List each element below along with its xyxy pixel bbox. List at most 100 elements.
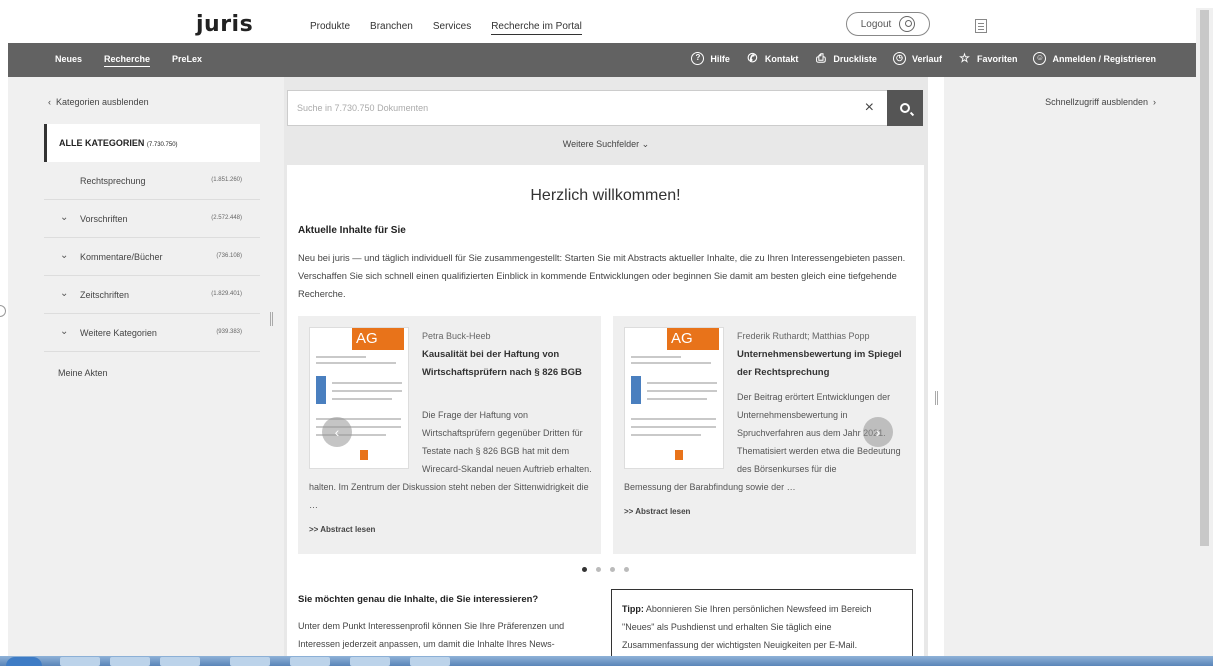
search-button[interactable] xyxy=(887,90,923,126)
category-label: Vorschriften xyxy=(80,214,128,224)
nav-neues[interactable]: Neues xyxy=(55,54,82,67)
nav-prelex[interactable]: PreLex xyxy=(172,54,202,67)
category-count: (939.383) xyxy=(216,329,242,335)
vertical-scrollbar[interactable] xyxy=(1196,8,1213,656)
top-header: juris Produkte Branchen Services Recherc… xyxy=(0,0,1213,43)
nav-kontakt-label: Kontakt xyxy=(764,53,799,64)
carousel-prev-button[interactable]: ‹ xyxy=(322,417,352,447)
taskbar-app[interactable] xyxy=(60,657,100,666)
card-text-continued: Bemessung der Barabfindung sowie der … xyxy=(624,482,796,492)
hide-categories-link[interactable]: ‹ Kategorien ausblenden xyxy=(48,97,149,107)
category-rechtsprechung[interactable]: Rechtsprechung (1.851.260) xyxy=(44,162,260,200)
star-icon: ☆ xyxy=(959,51,970,65)
nav-anmelden[interactable]: ☺ Anmelden / Registrieren xyxy=(1033,52,1156,65)
top-nav-services[interactable]: Services xyxy=(433,21,471,35)
category-zeitschriften[interactable]: ⌄ Zeitschriften (1.829.401) xyxy=(44,276,260,314)
top-nav-recherche[interactable]: Recherche im Portal xyxy=(491,21,582,35)
help-icon: ? xyxy=(691,52,705,65)
category-all-count: (7.730.750) xyxy=(146,142,178,148)
carousel-dots xyxy=(287,567,924,572)
category-label: Kommentare/Bücher xyxy=(80,252,163,262)
chevron-down-icon: ⌄ xyxy=(60,212,69,223)
interests-text: Unter dem Punkt Interessenprofil können … xyxy=(298,621,565,649)
clear-icon[interactable]: × xyxy=(865,99,874,117)
category-all-label: ALLE KATEGORIEN xyxy=(59,138,145,148)
category-count: (2.572.448) xyxy=(211,215,242,221)
card-title[interactable]: Kausalität bei der Haftung von Wirtschaf… xyxy=(422,346,592,382)
nav-druckliste[interactable]: ⎙ Druckliste xyxy=(814,52,877,65)
read-abstract-link[interactable]: >> Abstract lesen xyxy=(309,525,375,534)
user-icon xyxy=(899,16,916,32)
taskbar-app[interactable] xyxy=(410,657,450,666)
nav-anmelden-label: Anmelden / Registrieren xyxy=(1052,53,1156,64)
journal-cover: AG xyxy=(624,327,724,469)
chevron-left-icon: ‹ xyxy=(334,424,340,440)
category-vorschriften[interactable]: ⌄ Vorschriften (2.572.448) xyxy=(44,200,260,238)
category-weitere[interactable]: ⌄ Weitere Kategorien (939.383) xyxy=(44,314,260,352)
scrollbar-thumb[interactable] xyxy=(1200,10,1209,546)
interests-heading: Sie möchten genau die Inhalte, die Sie i… xyxy=(298,594,539,605)
meine-akten-link[interactable]: Meine Akten xyxy=(58,368,108,378)
category-count: (736.108) xyxy=(216,253,242,259)
hide-quick-access-label: Schnellzugriff ausblenden xyxy=(1045,97,1148,107)
category-label: Weitere Kategorien xyxy=(80,328,157,338)
taskbar-app[interactable] xyxy=(110,657,150,666)
taskbar-app[interactable] xyxy=(290,657,330,666)
nav-hilfe[interactable]: ? Hilfe xyxy=(691,52,730,65)
left-resize-handle[interactable] xyxy=(270,312,273,326)
category-count: (1.851.260) xyxy=(211,177,242,183)
top-nav: Produkte Branchen Services Recherche im … xyxy=(310,21,582,35)
carousel-next-button[interactable]: › xyxy=(863,417,893,447)
category-count: (1.829.401) xyxy=(211,291,242,297)
taskbar-app[interactable] xyxy=(160,657,200,666)
search-input[interactable]: Suche in 7.730.750 Dokumenten xyxy=(297,103,428,113)
category-all[interactable]: ALLE KATEGORIEN (7.730.750) xyxy=(44,124,260,162)
journal-badge: AG xyxy=(352,328,404,350)
start-button[interactable] xyxy=(6,657,42,666)
chevron-down-icon: ⌄ xyxy=(60,288,69,299)
main-nav-bar: Neues Recherche PreLex ? Hilfe ✆ Kontakt ⎙… xyxy=(8,43,1196,77)
top-nav-branchen[interactable]: Branchen xyxy=(370,21,413,35)
carousel-dot[interactable] xyxy=(582,567,587,572)
card-author: Petra Buck-Heeb xyxy=(422,331,491,341)
printer-icon: ⎙ xyxy=(816,51,826,65)
welcome-title: Herzlich willkommen! xyxy=(530,187,681,204)
nav-verlauf[interactable]: ◷ Verlauf xyxy=(892,52,942,65)
document-icon[interactable] xyxy=(975,19,987,33)
card-title[interactable]: Unternehmensbewertung im Spiegel der Rec… xyxy=(737,346,907,382)
nav-hilfe-label: Hilfe xyxy=(710,53,730,64)
category-kommentare[interactable]: ⌄ Kommentare/Bücher (736.108) xyxy=(44,238,260,276)
top-nav-produkte[interactable]: Produkte xyxy=(310,21,350,35)
account-icon: ☺ xyxy=(1033,52,1047,65)
hide-quick-access-link[interactable]: Schnellzugriff ausblenden › xyxy=(1045,97,1156,107)
history-icon: ◷ xyxy=(892,52,906,65)
nav-recherche[interactable]: Recherche xyxy=(104,54,151,67)
taskbar-app[interactable] xyxy=(350,657,390,666)
carousel-dot[interactable] xyxy=(624,567,629,572)
carousel-dot[interactable] xyxy=(596,567,601,572)
journal-badge: AG xyxy=(667,328,719,350)
logout-button[interactable]: Logout xyxy=(846,12,930,36)
taskbar-app[interactable] xyxy=(230,657,270,666)
nav-favoriten-label: Favoriten xyxy=(976,53,1018,64)
tip-label: Tipp: xyxy=(622,604,644,614)
chevron-right-icon: › xyxy=(875,424,881,440)
chevron-down-icon: ⌄ xyxy=(60,326,69,337)
nav-favoriten[interactable]: ☆ Favoriten xyxy=(958,51,1018,65)
category-label: Rechtsprechung xyxy=(80,176,146,186)
phone-icon: ✆ xyxy=(747,51,758,65)
nav-druckliste-label: Druckliste xyxy=(833,53,877,64)
left-edge-handle[interactable] xyxy=(0,305,6,317)
chevron-down-icon: ⌄ xyxy=(60,250,69,261)
tip-box: Tipp: Abonnieren Sie Ihren persönlichen … xyxy=(611,589,913,666)
nav-verlauf-label: Verlauf xyxy=(911,53,942,64)
hide-categories-label: Kategorien ausblenden xyxy=(56,97,149,107)
more-search-fields[interactable]: Weitere Suchfelder ⌄ xyxy=(284,139,928,150)
read-abstract-link[interactable]: >> Abstract lesen xyxy=(624,507,690,516)
carousel-dot[interactable] xyxy=(610,567,615,572)
intro-text: Neu bei juris — und täglich individuell … xyxy=(298,253,906,299)
search-bar: Suche in 7.730.750 Dokumenten × xyxy=(287,90,923,126)
right-resize-handle[interactable] xyxy=(935,391,938,405)
nav-kontakt[interactable]: ✆ Kontakt xyxy=(746,51,799,65)
juris-logo[interactable]: juris xyxy=(196,12,253,37)
